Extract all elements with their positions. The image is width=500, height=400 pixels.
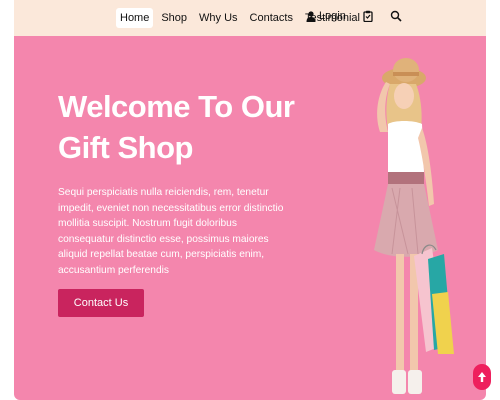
- nav-why-us[interactable]: Why Us: [195, 8, 242, 28]
- contact-us-button[interactable]: Contact Us: [58, 289, 144, 317]
- girl-with-shopping-bags-image: [374, 58, 454, 394]
- search-icon[interactable]: [390, 10, 402, 22]
- hero-section: Home Shop Why Us Contacts Testimonial Lo…: [14, 0, 486, 400]
- hero-title: Welcome To Our Gift Shop: [58, 89, 295, 165]
- nav-shop[interactable]: Shop: [157, 8, 191, 28]
- nav-home[interactable]: Home: [116, 8, 154, 28]
- arrow-up-icon: [478, 372, 486, 382]
- hero-description: Sequi perspiciatis nulla reiciendis, rem…: [58, 187, 284, 276]
- scroll-to-top-button[interactable]: [473, 364, 491, 390]
- clipboard-icon[interactable]: [362, 10, 374, 22]
- login-label: Login: [319, 10, 346, 22]
- user-icon: [306, 10, 316, 22]
- login-link[interactable]: Login: [306, 10, 346, 22]
- nav-actions: Login: [306, 10, 418, 22]
- nav-contacts[interactable]: Contacts: [246, 8, 297, 28]
- navbar: Home Shop Why Us Contacts Testimonial Lo…: [14, 0, 486, 36]
